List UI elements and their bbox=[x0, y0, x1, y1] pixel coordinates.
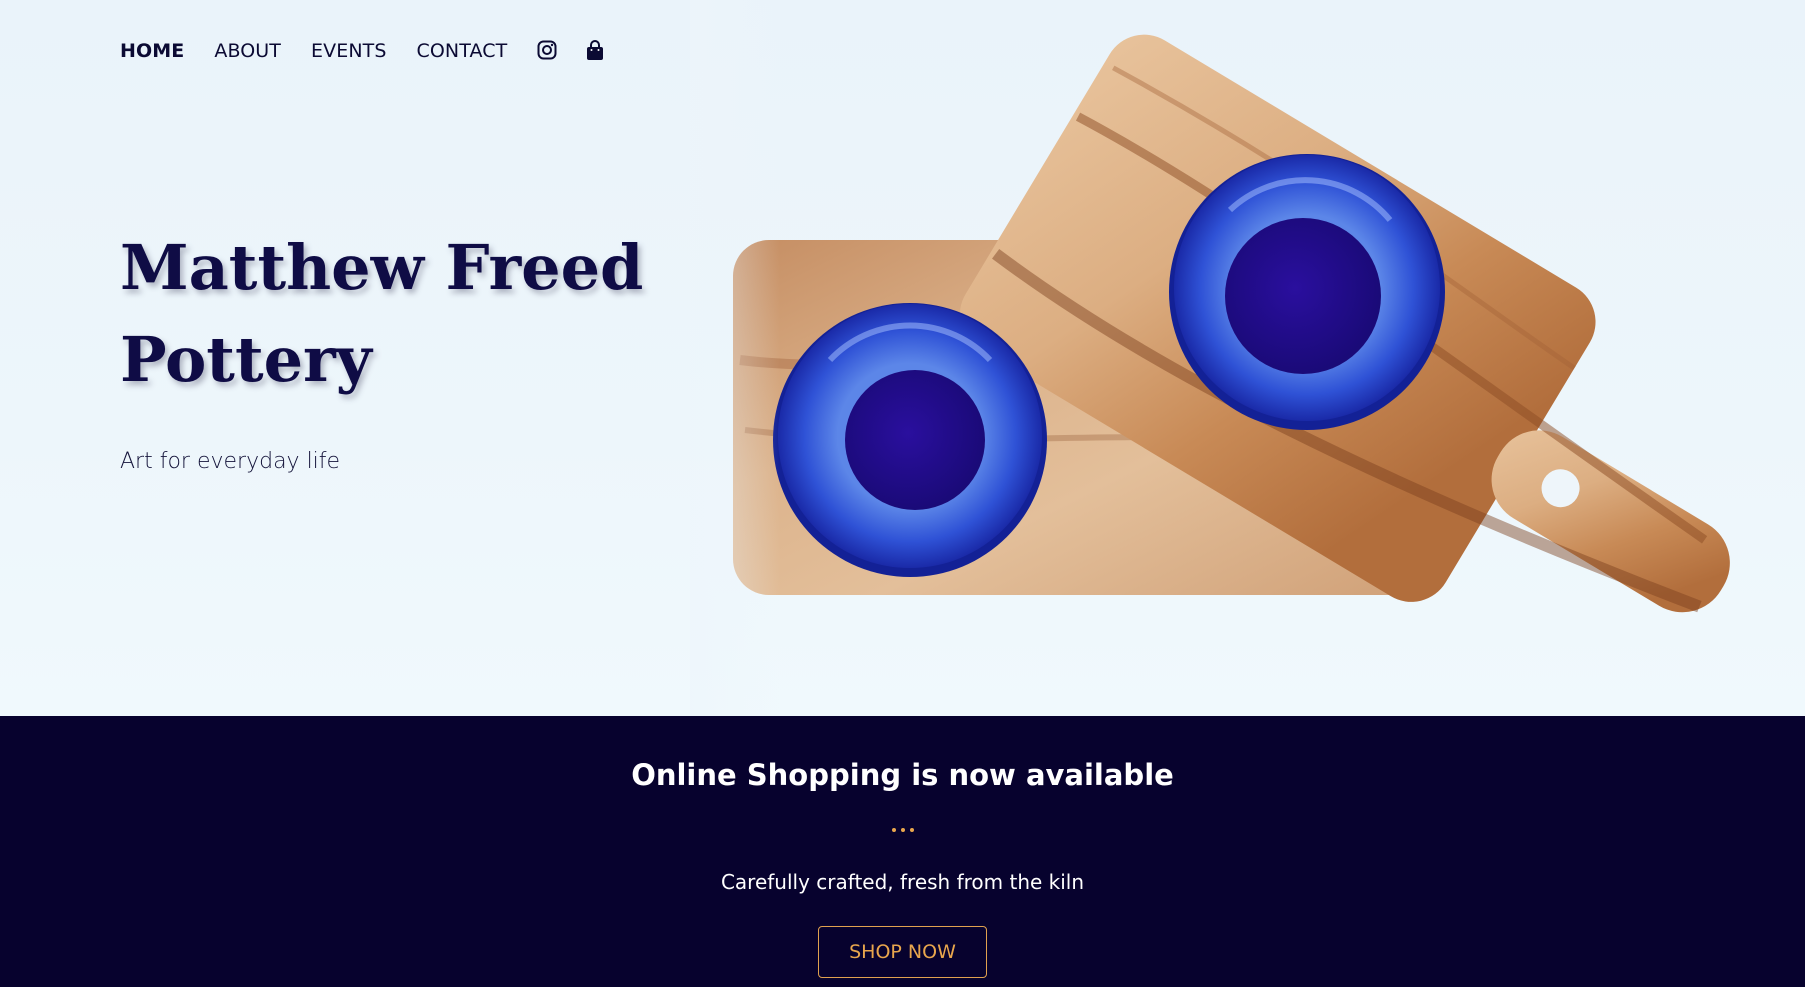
divider-dot bbox=[909, 828, 914, 832]
nav-events[interactable]: EVENTS bbox=[311, 40, 387, 62]
nav-home[interactable]: HOME bbox=[120, 40, 184, 62]
hero-title-line1: Matthew Freed bbox=[120, 231, 644, 304]
nav-contact[interactable]: CONTACT bbox=[417, 40, 508, 62]
promo-divider-dots bbox=[891, 828, 914, 832]
promo-subtitle: Carefully crafted, fresh from the kiln bbox=[720, 870, 1085, 894]
instagram-icon[interactable] bbox=[537, 40, 559, 62]
nav-about[interactable]: ABOUT bbox=[214, 40, 281, 62]
divider-dot bbox=[891, 828, 896, 832]
hero-title: Matthew Freed Pottery bbox=[120, 222, 720, 406]
divider-dot bbox=[900, 828, 905, 832]
hero-title-line2: Pottery bbox=[120, 323, 372, 396]
hero-subtitle: Art for everyday life bbox=[120, 449, 341, 474]
shopping-bag-icon[interactable] bbox=[585, 40, 607, 62]
hero-section: HOME ABOUT EVENTS CONTACT Matthew Freed … bbox=[0, 0, 1805, 716]
promo-title: Online Shopping is now available bbox=[631, 758, 1174, 792]
promo-section: Online Shopping is now available Careful… bbox=[0, 716, 1805, 987]
shop-now-button[interactable]: SHOP NOW bbox=[818, 926, 987, 978]
main-nav: HOME ABOUT EVENTS CONTACT bbox=[120, 36, 633, 66]
